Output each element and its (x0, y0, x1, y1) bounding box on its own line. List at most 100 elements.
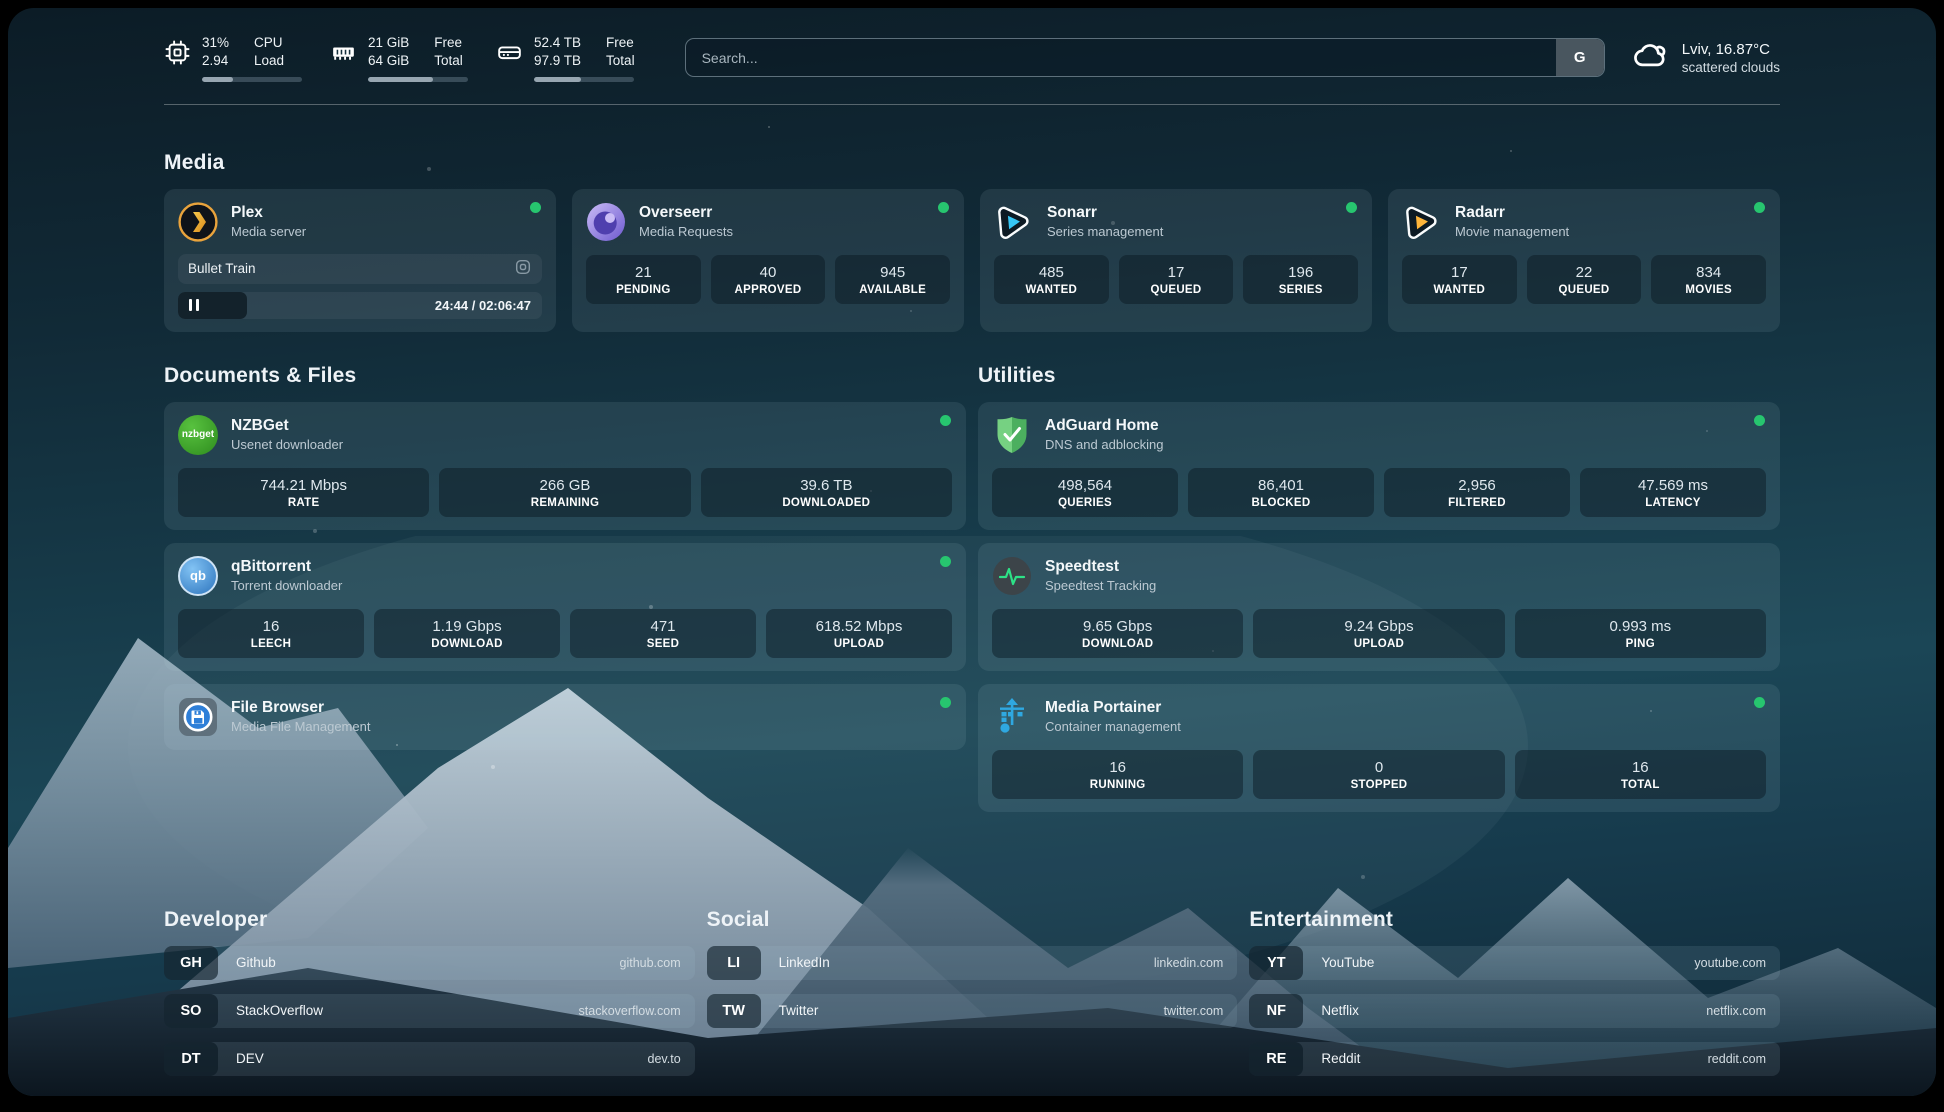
stat-box: 16RUNNING (992, 750, 1243, 799)
stat-value: 0.993 ms (1521, 618, 1760, 635)
cpu-usage-label: CPU (254, 34, 284, 52)
stat-label: QUEUED (1533, 284, 1636, 296)
stat-label: DOWNLOADED (707, 497, 946, 509)
now-playing-row: Bullet Train (178, 254, 542, 284)
bookmark-linkedin[interactable]: LI LinkedIn linkedin.com (707, 946, 1238, 980)
stat-label: WANTED (1000, 284, 1103, 296)
stat-label: UPLOAD (1259, 638, 1498, 650)
player-settings-icon[interactable] (514, 258, 532, 279)
utilities-section: Utilities (978, 364, 1780, 812)
stat-value: 17 (1125, 264, 1228, 281)
service-name: Media Portainer (1045, 699, 1181, 717)
service-description: Series management (1047, 224, 1163, 239)
bookmark-name: Reddit (1321, 1051, 1360, 1066)
stat-box: 744.21 MbpsRATE (178, 468, 429, 517)
stat-value: 40 (717, 264, 820, 281)
stat-label: APPROVED (717, 284, 820, 296)
bookmark-abbr: YT (1249, 946, 1303, 980)
weather-summary: Lviv, 16.87°C (1682, 41, 1780, 58)
memory-icon (330, 39, 357, 66)
stat-box: 16LEECH (178, 609, 364, 658)
service-description: DNS and adblocking (1045, 437, 1164, 452)
service-description: Media File Management (231, 719, 370, 734)
adguard-status-icon (1754, 415, 1765, 426)
stat-label: MOVIES (1657, 284, 1760, 296)
weather-condition: scattered clouds (1682, 60, 1780, 75)
portainer-status-icon (1754, 697, 1765, 708)
plex-card[interactable]: Plex Media server Bullet Train (164, 189, 556, 332)
stat-value: 47.569 ms (1586, 477, 1760, 494)
stat-value: 16 (1521, 759, 1760, 776)
bookmark-domain: reddit.com (1708, 1052, 1780, 1066)
disk-progress-bar (534, 77, 634, 82)
bookmark-twitter[interactable]: TW Twitter twitter.com (707, 994, 1238, 1028)
service-description: Usenet downloader (231, 437, 343, 452)
cpu-labels: CPU Load (254, 34, 284, 70)
stat-value: 1.19 Gbps (380, 618, 554, 635)
service-name: AdGuard Home (1045, 417, 1164, 435)
memory-free-value: 21 GiB (368, 34, 409, 52)
bookmark-reddit[interactable]: RE Reddit reddit.com (1249, 1042, 1780, 1076)
stat-label: DOWNLOAD (380, 638, 554, 650)
nzbget-card[interactable]: nzbget NZBGet Usenet downloader 744.21 M… (164, 402, 966, 530)
stat-label: QUERIES (998, 497, 1172, 509)
bookmark-domain: youtube.com (1694, 956, 1780, 970)
stat-label: LEECH (184, 638, 358, 650)
bookmark-youtube[interactable]: YT YouTube youtube.com (1249, 946, 1780, 980)
memory-widget: 21 GiB 64 GiB Free Total (330, 34, 468, 82)
playback-progress-bar[interactable]: 24:44 / 02:06:47 (178, 292, 542, 319)
bookmark-name: Github (236, 955, 276, 970)
bookmark-github[interactable]: GH Github github.com (164, 946, 695, 980)
bookmark-name: LinkedIn (779, 955, 830, 970)
bookmark-abbr: LI (707, 946, 761, 980)
stat-value: 22 (1533, 264, 1636, 281)
bookmark-stackoverflow[interactable]: SO StackOverflow stackoverflow.com (164, 994, 695, 1028)
stat-label: STOPPED (1259, 779, 1498, 791)
pause-icon[interactable] (189, 299, 199, 311)
memory-free-label: Free (434, 34, 463, 52)
stat-box: 834MOVIES (1651, 255, 1766, 304)
stat-box: 266 GB REMAINING (439, 468, 690, 517)
memory-total-label: Total (434, 52, 463, 70)
memory-progress-bar (368, 77, 468, 82)
stat-label: DOWNLOAD (998, 638, 1237, 650)
service-description: Container management (1045, 719, 1181, 734)
stat-box: 47.569 msLATENCY (1580, 468, 1766, 517)
radarr-card[interactable]: Radarr Movie management 17WANTED 22QUEUE… (1388, 189, 1780, 332)
top-bar: 31% 2.94 CPU Load (164, 8, 1780, 105)
bookmark-abbr: DT (164, 1042, 218, 1076)
stat-label: AVAILABLE (841, 284, 944, 296)
service-description: Media server (231, 224, 306, 239)
search-engine-button[interactable]: G (1556, 39, 1604, 76)
stat-box: 618.52 MbpsUPLOAD (766, 609, 952, 658)
stat-value: 9.65 Gbps (998, 618, 1237, 635)
portainer-logo-icon (992, 697, 1032, 737)
bookmark-name: StackOverflow (236, 1003, 323, 1018)
portainer-card[interactable]: Media Portainer Container management 16R… (978, 684, 1780, 812)
disk-labels: Free Total (606, 34, 635, 70)
bookmark-netflix[interactable]: NF Netflix netflix.com (1249, 994, 1780, 1028)
stat-label: REMAINING (445, 497, 684, 509)
search-input[interactable] (686, 39, 1556, 76)
filebrowser-card[interactable]: File Browser Media File Management (164, 684, 966, 750)
nzbget-logo-icon: nzbget (178, 415, 218, 455)
speedtest-card[interactable]: Speedtest Speedtest Tracking 9.65 GbpsDO… (978, 543, 1780, 671)
stat-box: 22 QUEUED (1527, 255, 1642, 304)
service-name: Plex (231, 204, 306, 222)
service-name: File Browser (231, 699, 370, 717)
stat-label: SEED (576, 638, 750, 650)
sonarr-card[interactable]: Sonarr Series management 485WANTED 17QUE… (980, 189, 1372, 332)
stat-value: 266 GB (445, 477, 684, 494)
qbittorrent-card[interactable]: qb qBittorrent Torrent downloader 16LEEC… (164, 543, 966, 671)
overseerr-card[interactable]: Overseerr Media Requests 21PENDING 40APP… (572, 189, 964, 332)
playback-elapsed (178, 292, 247, 319)
documents-section-title: Documents & Files (164, 364, 966, 388)
stat-box: 471SEED (570, 609, 756, 658)
adguard-card[interactable]: AdGuard Home DNS and adblocking 498,564Q… (978, 402, 1780, 530)
bookmark-name: Twitter (779, 1003, 819, 1018)
bookmark-abbr: GH (164, 946, 218, 980)
disk-free-value: 52.4 TB (534, 34, 581, 52)
bookmark-dev[interactable]: DT DEV dev.to (164, 1042, 695, 1076)
stat-label: SERIES (1249, 284, 1352, 296)
qbittorrent-logo-icon: qb (178, 556, 218, 596)
